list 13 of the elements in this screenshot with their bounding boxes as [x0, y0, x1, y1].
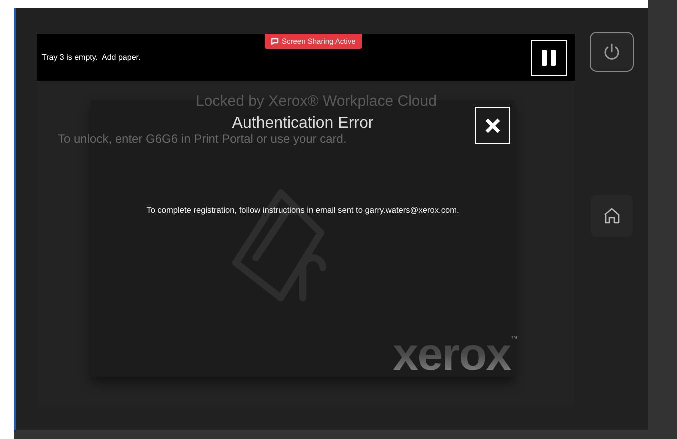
lock-title: Locked by Xerox® Workplace Cloud: [196, 93, 437, 110]
home-icon: [602, 207, 620, 225]
chat-icon: [271, 38, 279, 45]
close-icon: [484, 118, 500, 134]
close-button[interactable]: [475, 107, 510, 144]
dialog-message: To complete registration, follow instructions in email sent to garry.waters@xerox.com.: [146, 205, 460, 215]
pause-button[interactable]: [531, 40, 567, 76]
power-button[interactable]: [590, 32, 634, 72]
dialog-title: Authentication Error: [232, 115, 374, 133]
unlock-instruction: To unlock, enter G6G6 in Print Portal or use your card.: [58, 132, 347, 146]
power-icon: [602, 43, 620, 61]
tray-message: Tray 3 is empty. Add paper.: [42, 53, 142, 62]
home-button[interactable]: [590, 195, 632, 237]
